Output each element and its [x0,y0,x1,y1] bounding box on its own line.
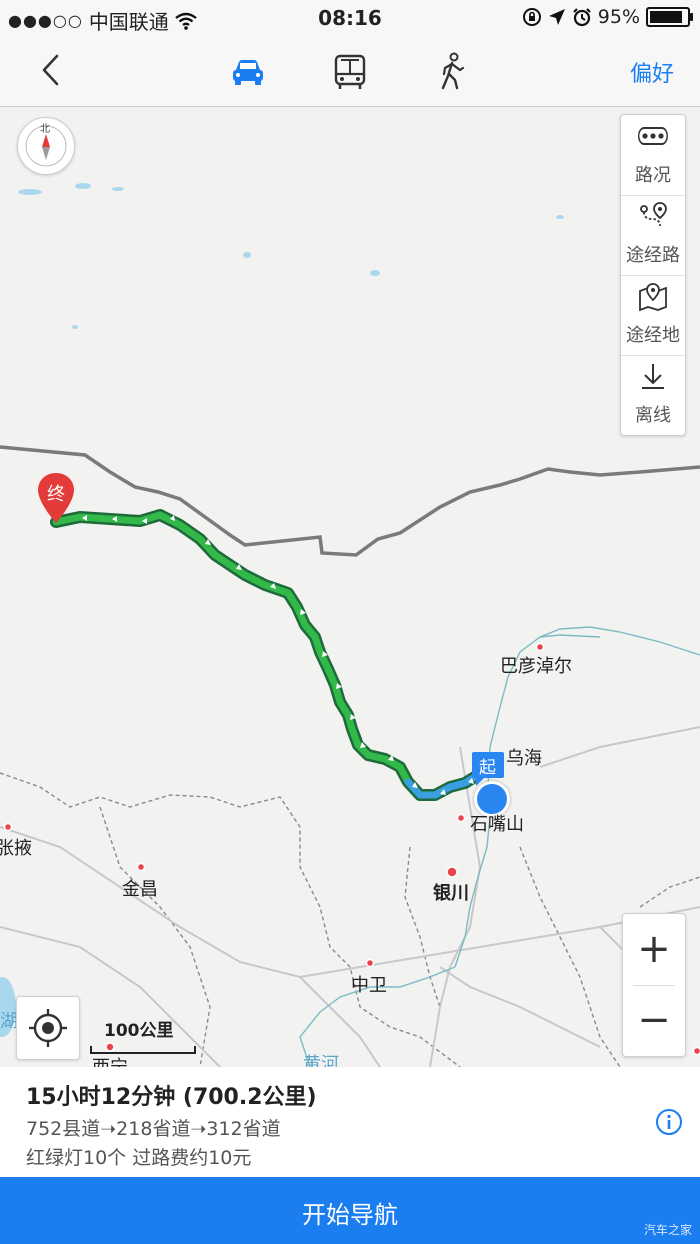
city-label-bayannur: 巴彦淖尔 [500,656,572,677]
start-navigation-label: 开始导航 [302,1201,398,1229]
start-navigation-button[interactable]: 开始导航 汽车之家 [0,1177,700,1244]
via-road-icon [640,202,667,227]
map-view[interactable]: 终 起 巴彦淖尔 乌海 石嘴山 银川 张掖 金昌 中卫 西宁 黄河 湖 [0,107,700,1067]
city-label-zhongwei: 中卫 [351,975,387,996]
info-icon[interactable] [655,1108,683,1136]
back-chevron-icon[interactable] [32,50,72,90]
city-label-jinchang: 金昌 [122,879,158,900]
city-label-wuhai: 乌海 [506,748,542,769]
city-label-yinchuan: 银川 [433,883,469,904]
via-road-button[interactable]: 途经路 [621,195,685,276]
map-canvas [0,183,700,1067]
zoom-out-button[interactable]: − [623,985,685,1056]
scale-bar [90,1046,196,1054]
city-label-shizuishan: 石嘴山 [470,814,524,835]
via-road-label: 途经路 [626,245,680,266]
route-navbar: 偏好 [0,36,700,107]
traffic-toggle[interactable]: 路况 [621,115,685,196]
battery-percent: 95% [597,6,640,28]
via-place-icon [639,283,667,311]
start-marker-label: 起 [479,758,496,778]
end-marker-label: 终 [47,484,65,505]
crosshair-icon [29,1009,67,1047]
watermark: 汽车之家 [643,1223,692,1237]
download-icon [642,364,664,389]
offline-button[interactable]: 离线 [621,355,685,435]
walk-icon[interactable] [432,52,472,92]
via-place-button[interactable]: 途经地 [621,275,685,356]
zoom-in-button[interactable]: + [623,914,685,985]
scale-label: 100公里 [104,1021,174,1041]
compass-north-label: 北 [40,124,50,135]
location-arrow-icon [548,9,565,25]
status-bar: ●●●○○ 中国联通 08:16 95% [0,0,700,36]
river-label-yellow-river: 黄河 [303,1054,339,1067]
preference-button[interactable]: 偏好 [630,56,674,88]
city-label-zhangye: 张掖 [0,838,32,859]
route-info-panel[interactable]: 15小时12分钟 (700.2公里) 752县道➝218省道➝312省道 红绿灯… [0,1067,700,1177]
compass-button[interactable]: 北 [17,117,75,175]
offline-label: 离线 [635,405,671,426]
bus-icon[interactable] [330,52,370,92]
traffic-label: 路况 [635,165,671,186]
orientation-lock-icon [522,8,541,26]
alarm-icon [572,8,591,27]
route-duration-distance: 15小时12分钟 (700.2公里) [26,1085,317,1110]
route-roads: 752县道➝218省道➝312省道 [26,1118,281,1140]
car-icon[interactable] [228,52,268,92]
battery-icon [646,7,693,27]
via-place-label: 途经地 [626,325,680,346]
route-lights-tolls: 红绿灯10个 过路费约10元 [26,1147,252,1169]
locate-me-button[interactable] [16,996,80,1060]
map-tool-panel: 路况 途经路 途经地 离线 [620,114,686,436]
traffic-icon [638,127,668,145]
map-scale: 100公里 [90,1016,200,1056]
zoom-control: + − [622,913,686,1057]
